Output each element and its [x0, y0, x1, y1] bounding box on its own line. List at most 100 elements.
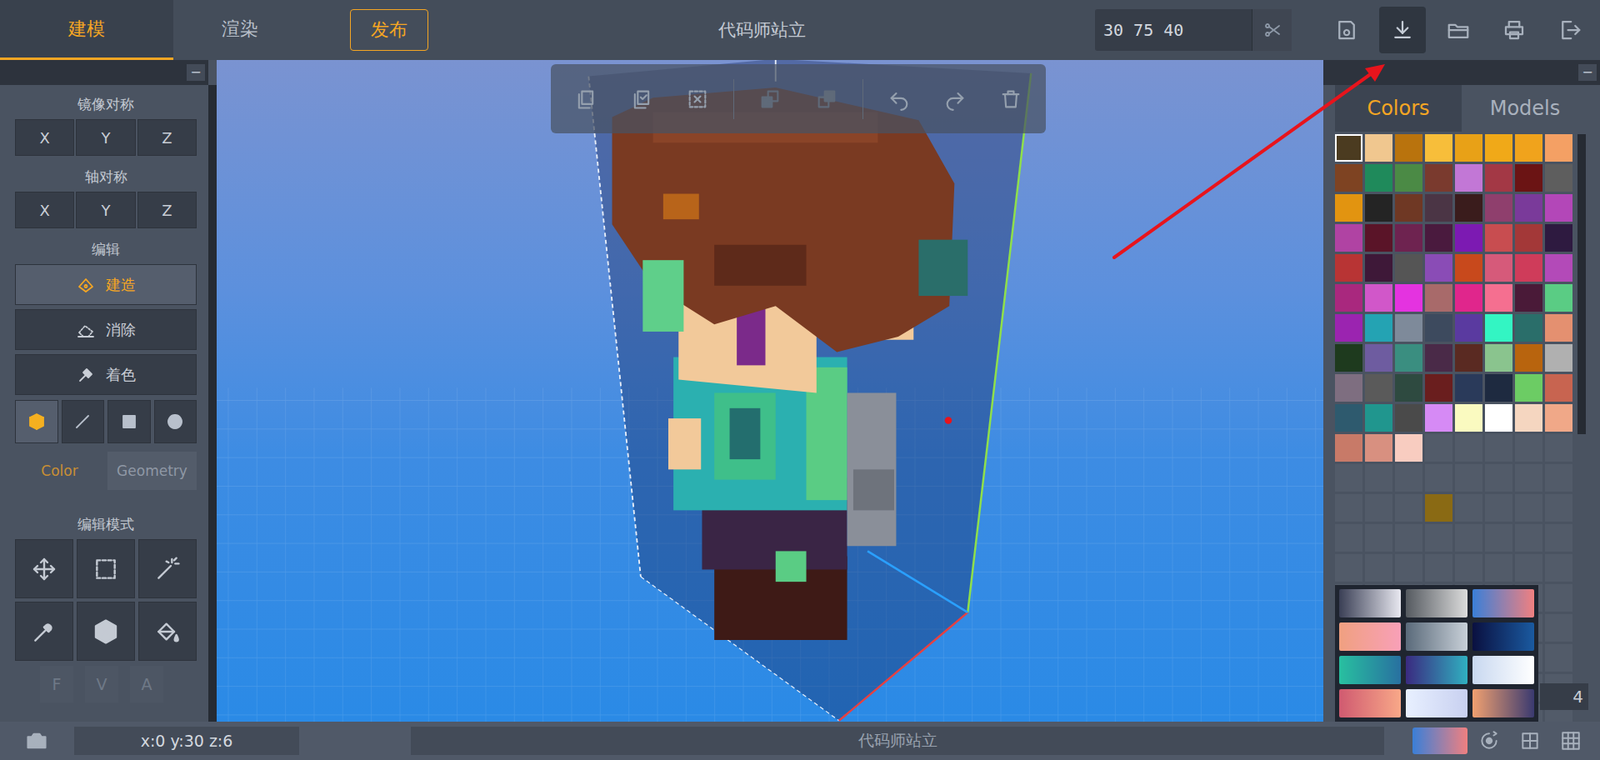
layer-front-button[interactable] — [750, 79, 790, 120]
color-swatch[interactable] — [1335, 464, 1363, 492]
gradient-swatch[interactable] — [1405, 655, 1468, 685]
color-swatch[interactable] — [1545, 374, 1573, 402]
mode-tab[interactable]: 渲染 — [173, 0, 307, 60]
collapse-button[interactable]: − — [186, 64, 205, 81]
gradient-swatch[interactable] — [1405, 622, 1468, 651]
panel-tab[interactable]: Colors — [1335, 85, 1462, 132]
color-swatch[interactable] — [1395, 164, 1423, 192]
color-swatch[interactable] — [1365, 284, 1393, 312]
color-swatch[interactable] — [1545, 344, 1573, 372]
color-swatch[interactable] — [1335, 194, 1363, 222]
color-swatch[interactable] — [1335, 134, 1363, 162]
color-swatch[interactable] — [1485, 194, 1513, 222]
dimensions-field[interactable]: 30 75 40 — [1095, 9, 1292, 51]
color-swatch[interactable] — [1515, 494, 1543, 522]
color-swatch[interactable] — [1455, 284, 1483, 312]
color-swatch[interactable] — [1545, 194, 1573, 222]
color-swatch[interactable] — [1365, 524, 1393, 552]
color-swatch[interactable] — [1365, 464, 1393, 492]
color-swatch[interactable] — [1395, 464, 1423, 492]
color-swatch[interactable] — [1545, 134, 1573, 162]
color-swatch[interactable] — [1425, 134, 1453, 162]
color-swatch[interactable] — [1395, 254, 1423, 282]
color-swatch[interactable] — [1365, 404, 1393, 432]
hex-x-tool[interactable] — [76, 601, 135, 661]
color-swatch[interactable] — [1335, 224, 1363, 252]
move-tool[interactable] — [15, 539, 74, 599]
gradient-swatch[interactable] — [1472, 622, 1535, 651]
flag-button[interactable]: F — [40, 665, 74, 703]
flag-button[interactable]: V — [85, 665, 119, 703]
color-swatch[interactable] — [1545, 404, 1573, 432]
gradient-swatch[interactable] — [1339, 589, 1401, 618]
color-swatch[interactable] — [1365, 134, 1393, 162]
color-swatch[interactable] — [1335, 434, 1363, 462]
copy-check-button[interactable] — [621, 79, 662, 120]
color-swatch[interactable] — [1395, 314, 1423, 342]
color-swatch[interactable] — [1485, 374, 1513, 402]
color-swatch[interactable] — [1395, 494, 1423, 522]
gradient-swatch[interactable] — [1339, 689, 1401, 718]
deselect-button[interactable] — [677, 79, 718, 120]
color-swatch[interactable] — [1485, 224, 1513, 252]
gradient-swatch[interactable] — [1472, 589, 1535, 618]
save-button[interactable] — [1323, 6, 1370, 54]
color-swatch[interactable] — [1485, 404, 1513, 432]
color-swatch[interactable] — [1485, 284, 1513, 312]
color-swatch[interactable] — [1425, 374, 1453, 402]
color-swatch[interactable] — [1365, 494, 1393, 522]
color-swatch[interactable] — [1455, 254, 1483, 282]
color-swatch[interactable] — [1335, 404, 1363, 432]
gradient-swatch[interactable] — [1339, 622, 1401, 651]
gradient-swatch[interactable] — [1405, 589, 1468, 618]
gradient-swatch[interactable] — [1339, 655, 1401, 685]
color-swatch[interactable] — [1395, 524, 1423, 552]
color-swatch[interactable] — [1335, 254, 1363, 282]
color-swatch[interactable] — [1545, 254, 1573, 282]
color-swatch[interactable] — [1455, 494, 1483, 522]
color-swatch[interactable] — [1485, 464, 1513, 492]
color-swatch[interactable] — [1515, 464, 1543, 492]
flag-button[interactable]: A — [130, 665, 164, 703]
color-swatch[interactable] — [1425, 284, 1453, 312]
color-swatch[interactable] — [1425, 434, 1453, 462]
collapse-button[interactable]: − — [1578, 64, 1597, 81]
color-swatch[interactable] — [1455, 314, 1483, 342]
color-swatch[interactable] — [1455, 404, 1483, 432]
color-swatch[interactable] — [1395, 224, 1423, 252]
color-swatch[interactable] — [1395, 134, 1423, 162]
color-swatch[interactable] — [1485, 434, 1513, 462]
color-swatch[interactable] — [1335, 344, 1363, 372]
color-swatch[interactable] — [1485, 254, 1513, 282]
color-swatch[interactable] — [1425, 464, 1453, 492]
color-swatch[interactable] — [1455, 224, 1483, 252]
color-swatch[interactable] — [1485, 524, 1513, 552]
paint-mode-button[interactable]: Geometry — [107, 451, 197, 490]
color-swatch[interactable] — [1485, 164, 1513, 192]
color-swatch[interactable] — [1515, 344, 1543, 372]
color-swatch[interactable] — [1545, 554, 1573, 582]
color-swatch[interactable] — [1365, 374, 1393, 402]
color-swatch[interactable] — [1365, 314, 1393, 342]
color-swatch[interactable] — [1545, 224, 1573, 252]
color-swatch[interactable] — [1545, 434, 1573, 462]
gradient-swatch[interactable] — [1405, 689, 1468, 718]
exit-button[interactable] — [1546, 6, 1594, 54]
scrollbar[interactable] — [1577, 134, 1586, 435]
color-swatch[interactable] — [1455, 194, 1483, 222]
color-swatch[interactable] — [1515, 314, 1543, 342]
color-swatch[interactable] — [1515, 404, 1543, 432]
color-swatch[interactable] — [1515, 134, 1543, 162]
color-swatch[interactable] — [1515, 194, 1543, 222]
color-swatch[interactable] — [1545, 164, 1573, 192]
color-swatch[interactable] — [1395, 284, 1423, 312]
color-swatch[interactable] — [1335, 314, 1363, 342]
edit-action-button[interactable]: 消除 — [15, 309, 197, 350]
edit-action-button[interactable]: 着色 — [15, 354, 197, 395]
symmetry-axis-button[interactable]: Y — [75, 191, 135, 229]
print-button[interactable] — [1490, 6, 1538, 54]
grid-dense-button[interactable] — [1551, 721, 1590, 760]
color-swatch[interactable] — [1365, 434, 1393, 462]
color-swatch[interactable] — [1515, 434, 1543, 462]
color-swatch[interactable] — [1545, 464, 1573, 492]
